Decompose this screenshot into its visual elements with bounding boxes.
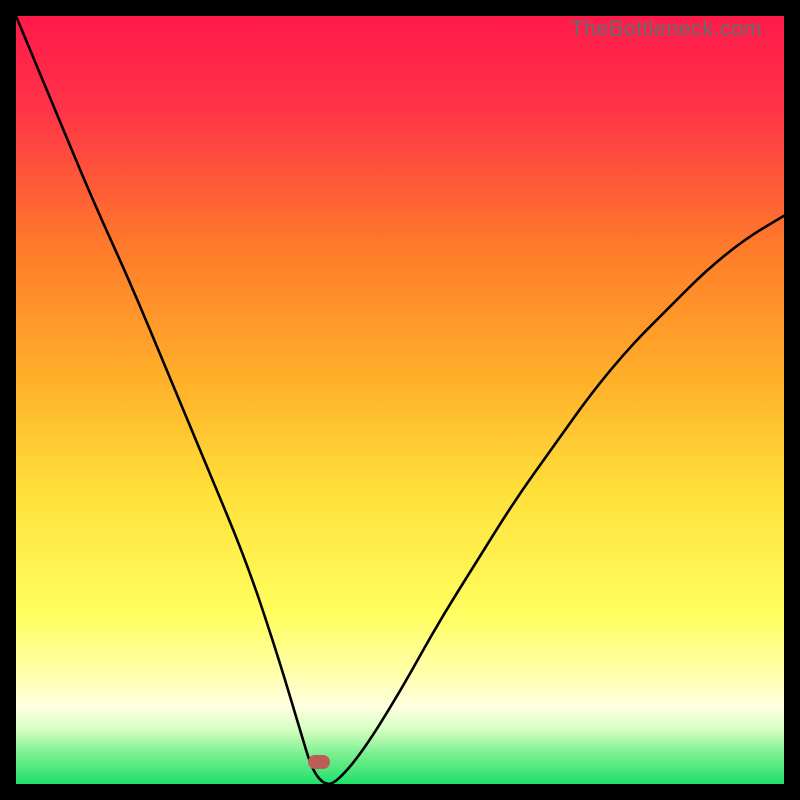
- bottleneck-curve: [16, 16, 784, 784]
- watermark-text: TheBottleneck.com: [570, 16, 762, 42]
- chart-frame: TheBottleneck.com: [16, 16, 784, 784]
- minimum-marker: [308, 755, 330, 769]
